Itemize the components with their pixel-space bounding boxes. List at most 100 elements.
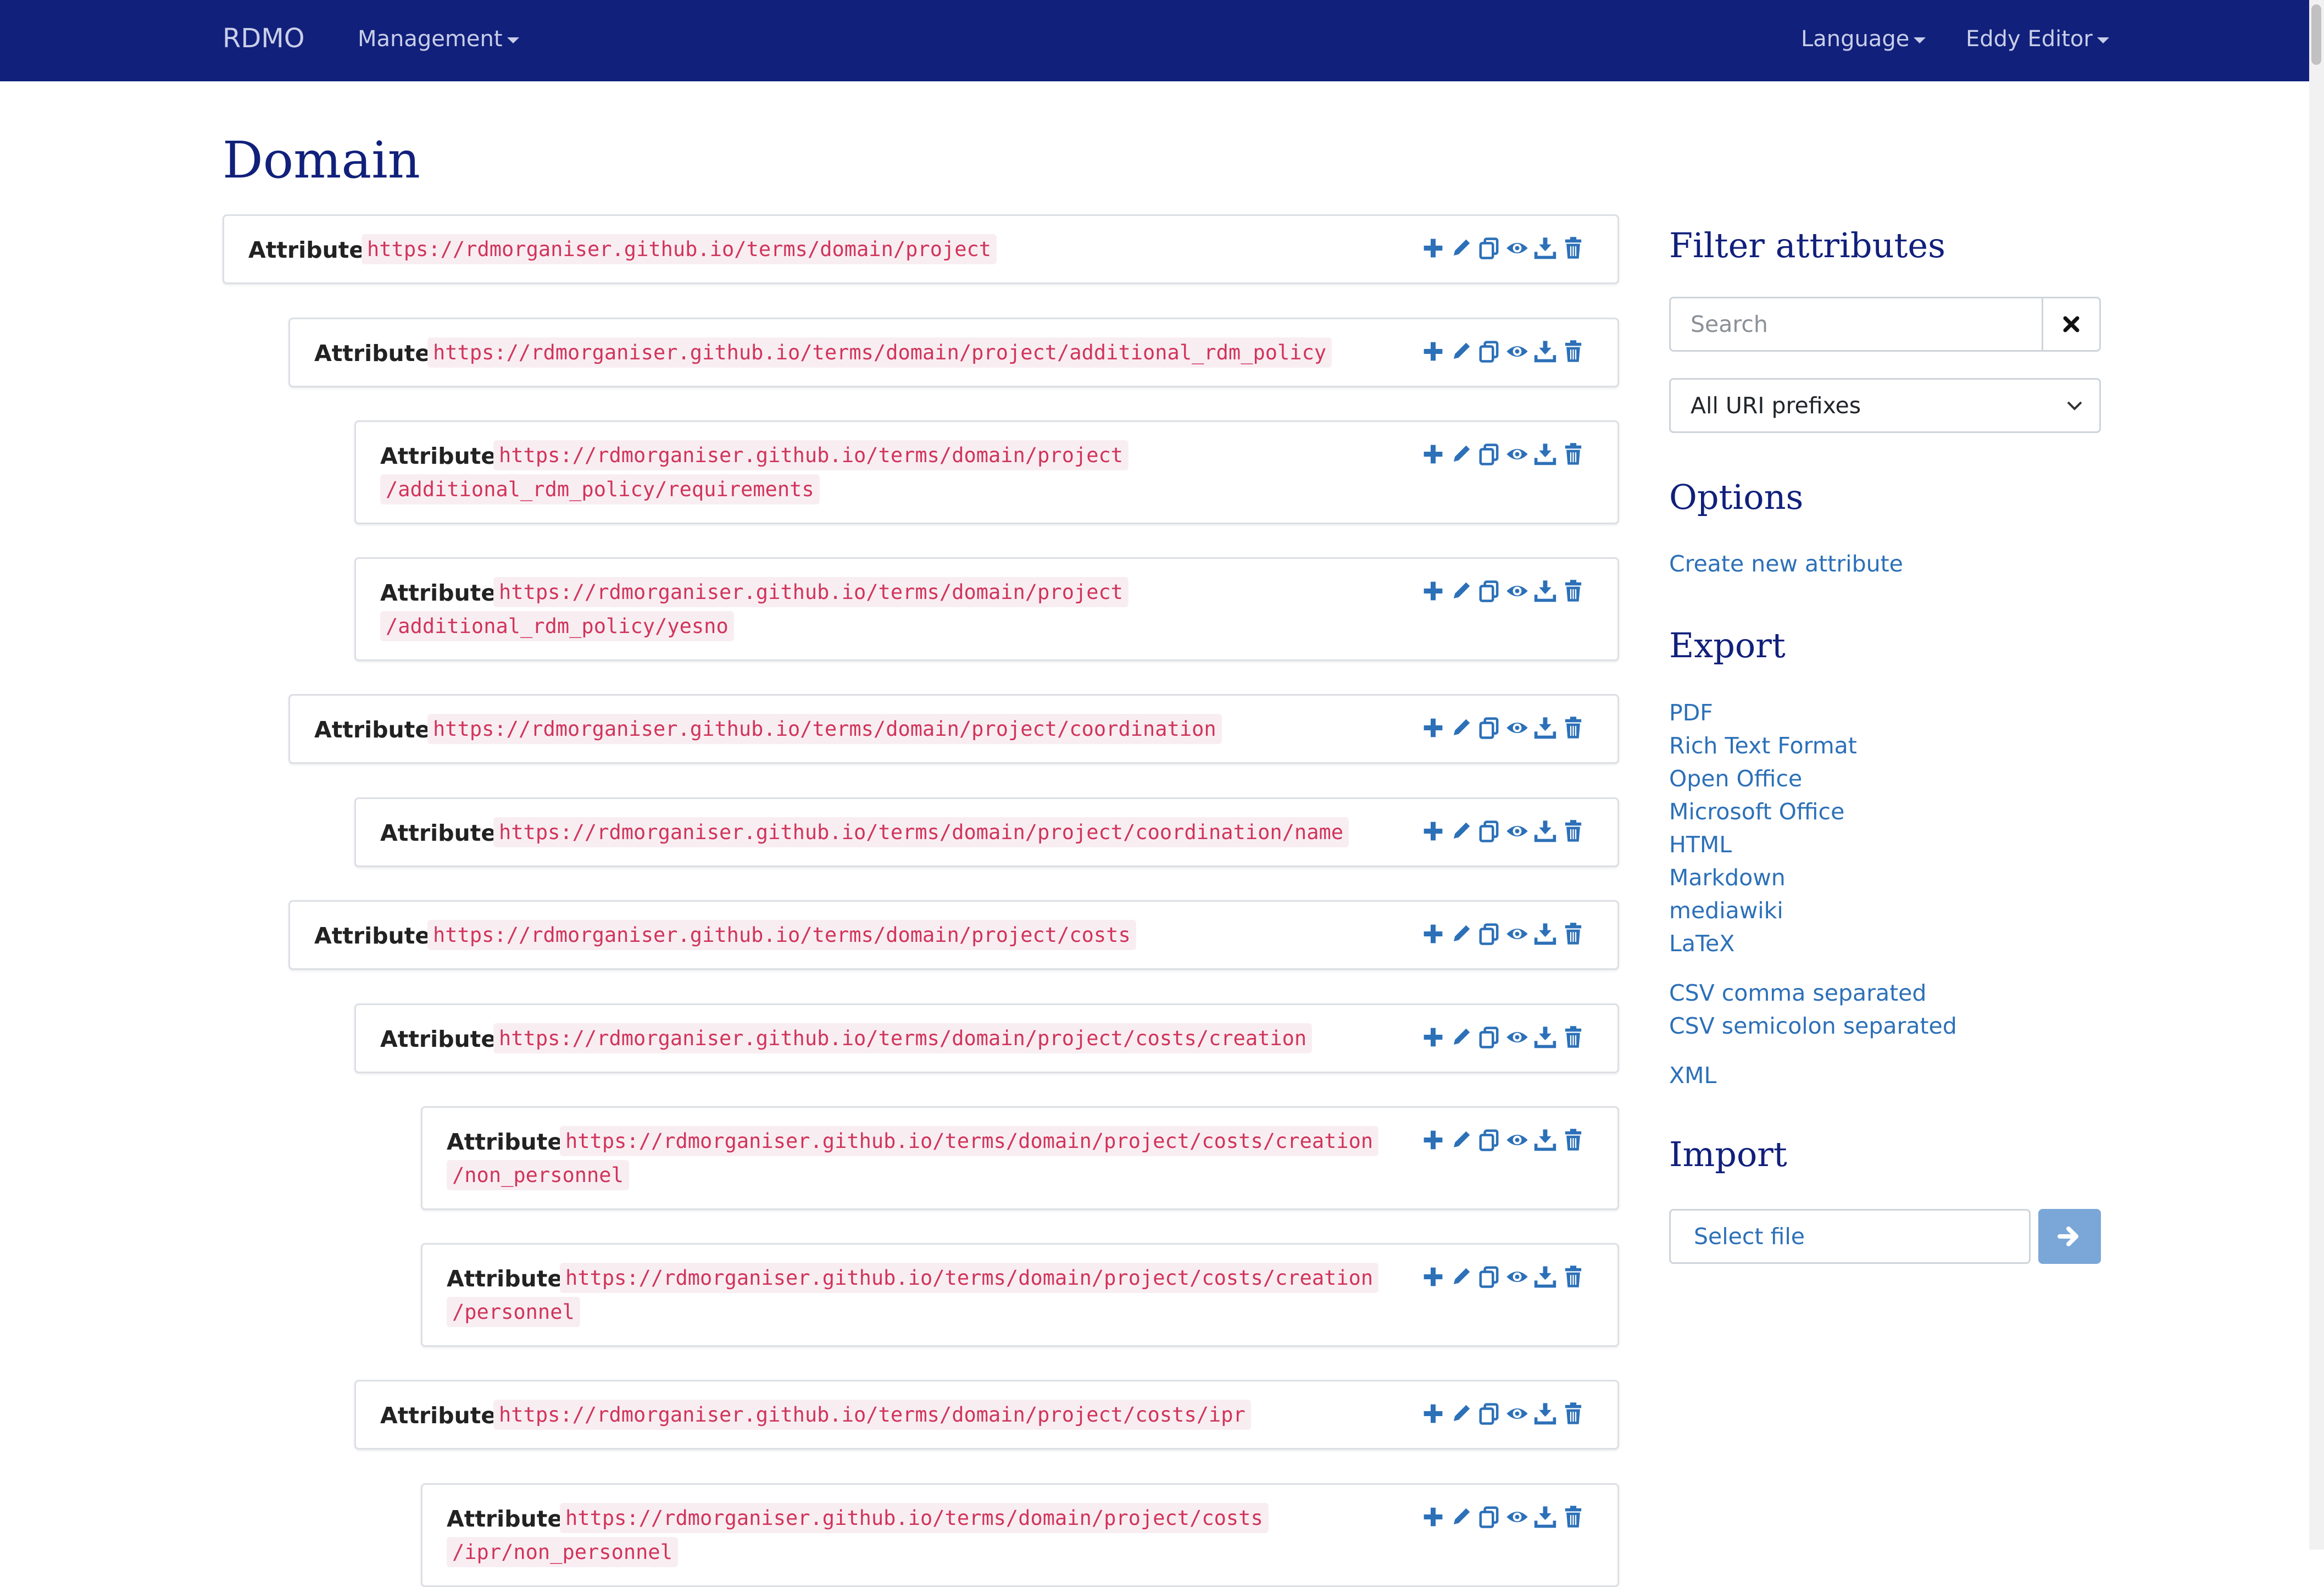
eye-button[interactable] [1505,579,1530,603]
export-markdown-link[interactable]: Markdown [1669,864,1786,891]
trash-button[interactable] [1561,715,1586,740]
eye-button[interactable] [1505,1025,1530,1050]
plus-button[interactable] [1421,1505,1445,1529]
export-csv-semicolon-link[interactable]: CSV semicolon separated [1669,1013,1957,1039]
pencil-button[interactable] [1449,236,1474,260]
language-menu[interactable]: Language [1801,26,1926,52]
copy-icon [1479,1403,1499,1425]
pencil-icon [1454,1405,1470,1421]
download-button[interactable] [1533,579,1558,603]
pencil-button[interactable] [1449,1401,1474,1426]
eye-button[interactable] [1505,922,1530,946]
plus-button[interactable] [1421,1401,1445,1426]
plus-button[interactable] [1421,922,1445,946]
export-odt-link[interactable]: Open Office [1669,765,1802,792]
pencil-button[interactable] [1449,715,1474,740]
pencil-button[interactable] [1449,579,1474,603]
eye-button[interactable] [1505,715,1530,740]
plus-button[interactable] [1421,715,1445,740]
management-menu[interactable]: Management [358,26,519,52]
export-xml-link[interactable]: XML [1669,1062,1716,1089]
plus-button[interactable] [1421,579,1445,603]
export-latex-link[interactable]: LaTeX [1669,930,1734,957]
plus-button[interactable] [1421,442,1445,467]
eye-button[interactable] [1505,1128,1530,1152]
copy-button[interactable] [1477,579,1502,603]
download-button[interactable] [1533,1505,1558,1529]
copy-button[interactable] [1477,1401,1502,1426]
export-csv-comma-link[interactable]: CSV comma separated [1669,980,1926,1006]
eye-button[interactable] [1505,339,1530,364]
user-menu[interactable]: Eddy Editor [1966,26,2109,52]
uri-prefix-select[interactable]: All URI prefixes [1669,378,2101,433]
pencil-button[interactable] [1449,1264,1474,1289]
trash-button[interactable] [1561,1505,1586,1529]
download-button[interactable] [1533,1401,1558,1426]
pencil-button[interactable] [1449,819,1474,844]
download-button[interactable] [1533,442,1558,467]
brand-link[interactable]: RDMO [223,23,305,54]
pencil-button[interactable] [1449,1025,1474,1050]
download-button[interactable] [1533,236,1558,260]
copy-button[interactable] [1477,339,1502,364]
download-button[interactable] [1533,715,1558,740]
plus-button[interactable] [1421,1128,1445,1152]
copy-button[interactable] [1477,1025,1502,1050]
plus-button[interactable] [1421,236,1445,260]
trash-button[interactable] [1561,1401,1586,1426]
trash-button[interactable] [1561,1128,1586,1152]
copy-button[interactable] [1477,442,1502,467]
trash-button[interactable] [1561,1025,1586,1050]
trash-button[interactable] [1561,339,1586,364]
scrollbar[interactable] [2309,0,2324,1550]
download-button[interactable] [1533,819,1558,844]
eye-button[interactable] [1505,1505,1530,1529]
copy-button[interactable] [1477,1128,1502,1152]
plus-button[interactable] [1421,1264,1445,1289]
copy-button[interactable] [1477,1264,1502,1289]
trash-button[interactable] [1561,1264,1586,1289]
pencil-button[interactable] [1449,922,1474,946]
clear-search-button[interactable] [2042,297,2101,352]
eye-button[interactable] [1505,442,1530,467]
scrollbar-thumb[interactable] [2311,4,2321,65]
trash-button[interactable] [1561,442,1586,467]
export-html-link[interactable]: HTML [1669,831,1732,858]
download-button[interactable] [1533,1128,1558,1152]
plus-button[interactable] [1421,819,1445,844]
eye-button[interactable] [1505,819,1530,844]
trash-button[interactable] [1561,579,1586,603]
export-mediawiki-link[interactable]: mediawiki [1669,897,1783,924]
copy-button[interactable] [1477,922,1502,946]
eye-icon [1506,448,1528,460]
pencil-button[interactable] [1449,1505,1474,1529]
copy-button[interactable] [1477,1505,1502,1529]
download-button[interactable] [1533,1025,1558,1050]
eye-button[interactable] [1505,1264,1530,1289]
download-button[interactable] [1533,339,1558,364]
copy-button[interactable] [1477,819,1502,844]
export-rtf-link[interactable]: Rich Text Format [1669,733,1857,759]
trash-button[interactable] [1561,922,1586,946]
copy-button[interactable] [1477,715,1502,740]
pencil-button[interactable] [1449,442,1474,467]
export-docx-link[interactable]: Microsoft Office [1669,798,1844,825]
file-input[interactable]: Select file [1669,1209,2031,1264]
download-button[interactable] [1533,1264,1558,1289]
import-submit-button[interactable] [2038,1209,2101,1264]
plus-button[interactable] [1421,1025,1445,1050]
export-pdf-link[interactable]: PDF [1669,700,1713,726]
pencil-button[interactable] [1449,1128,1474,1152]
trash-button[interactable] [1561,819,1586,844]
search-input[interactable] [1669,297,2042,352]
pencil-button[interactable] [1449,339,1474,364]
create-attribute-link[interactable]: Create new attribute [1669,551,1903,577]
attribute-uri: https://rdmorganiser.github.io/terms/dom… [493,575,1129,609]
eye-button[interactable] [1505,1401,1530,1426]
copy-button[interactable] [1477,236,1502,260]
pencil-icon [1454,342,1470,359]
plus-button[interactable] [1421,339,1445,364]
eye-button[interactable] [1505,236,1530,260]
trash-button[interactable] [1561,236,1586,260]
download-button[interactable] [1533,922,1558,946]
